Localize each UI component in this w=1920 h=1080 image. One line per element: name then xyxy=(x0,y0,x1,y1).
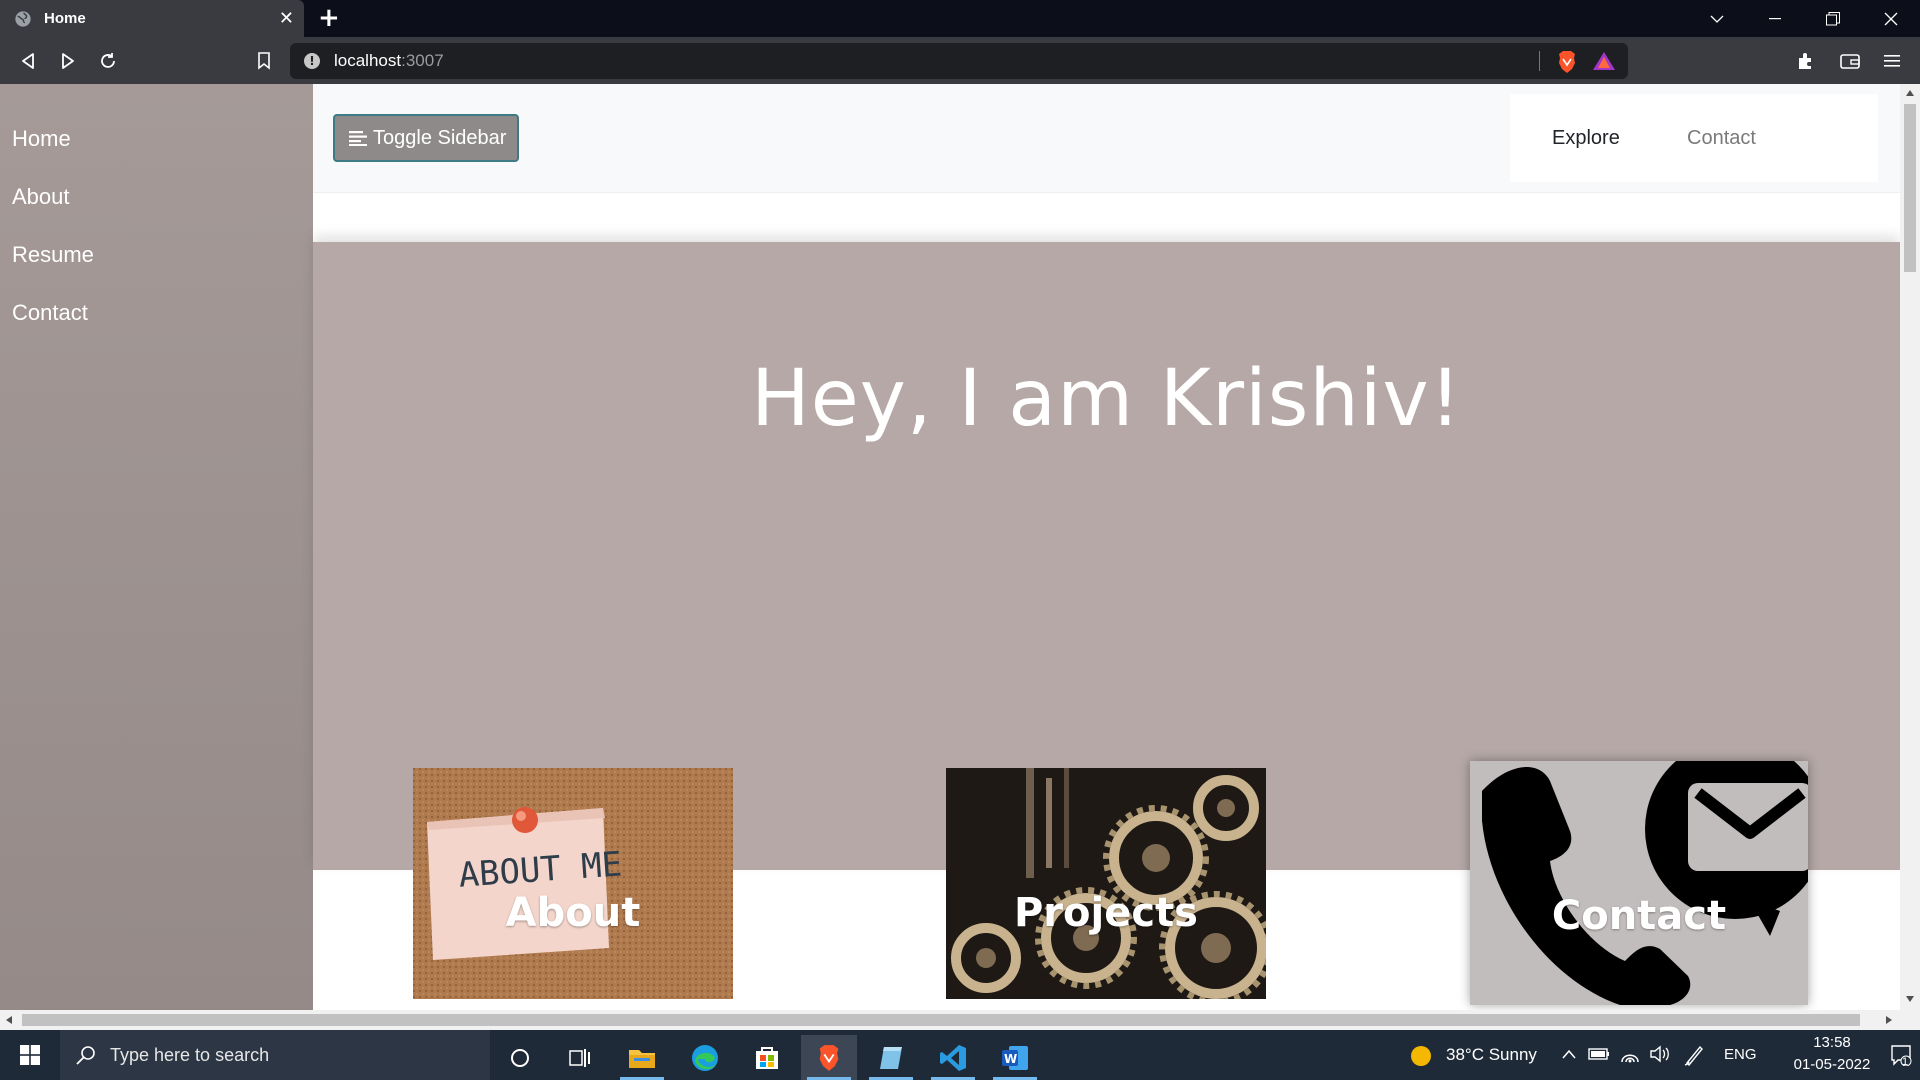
notification-icon[interactable] xyxy=(1890,1044,1912,1066)
align-left-icon xyxy=(349,131,367,146)
gears-image xyxy=(946,768,1266,999)
windows-logo-icon xyxy=(20,1045,40,1065)
wallet-icon[interactable] xyxy=(1838,49,1862,73)
toggle-sidebar-button[interactable]: Toggle Sidebar xyxy=(333,114,519,162)
close-window-icon[interactable] xyxy=(1862,0,1920,37)
sidebar: Home About Resume Contact xyxy=(0,84,313,1010)
pen-icon[interactable] xyxy=(1684,1044,1704,1066)
reload-icon[interactable] xyxy=(94,47,122,75)
scroll-right-icon[interactable] xyxy=(1886,1016,1892,1024)
microsoft-store-icon[interactable] xyxy=(739,1035,795,1080)
battery-icon[interactable] xyxy=(1588,1047,1610,1061)
browser-toolbar: ! localhost:3007 xyxy=(0,37,1920,84)
browser-tab[interactable]: Home ✕ xyxy=(0,0,304,37)
bookmark-icon[interactable] xyxy=(250,47,278,75)
restore-icon[interactable] xyxy=(1804,0,1862,37)
tab-title: Home xyxy=(44,10,86,27)
hero-heading: Hey, I am Krishiv! xyxy=(751,354,1462,444)
phone-and-mail-image xyxy=(1470,761,1808,1005)
tab-search-icon[interactable] xyxy=(1688,0,1746,37)
volume-icon[interactable] xyxy=(1650,1045,1670,1063)
new-tab-button[interactable]: + xyxy=(318,3,340,33)
tab-close-icon[interactable]: ✕ xyxy=(279,8,294,29)
address-separator xyxy=(1539,51,1540,71)
about-card[interactable]: ABOUT ME About xyxy=(413,768,733,999)
clock-time[interactable]: 13:58 xyxy=(1792,1034,1872,1051)
horizontal-scroll-thumb[interactable] xyxy=(22,1014,1860,1026)
task-view-icon[interactable] xyxy=(552,1035,608,1080)
sidebar-item-home[interactable]: Home xyxy=(12,126,71,152)
search-icon xyxy=(76,1046,95,1065)
language-indicator[interactable]: ENG xyxy=(1724,1046,1757,1063)
window-controls xyxy=(1688,0,1920,37)
system-tray: 38°C Sunny ENG 13:58 01-05-2022 1 xyxy=(1400,1030,1920,1080)
cortana-icon[interactable] xyxy=(492,1035,548,1080)
address-bar[interactable]: ! localhost:3007 xyxy=(290,43,1628,79)
sun-icon xyxy=(1411,1046,1431,1066)
brave-rewards-icon[interactable] xyxy=(1592,51,1616,71)
minimize-icon[interactable] xyxy=(1746,0,1804,37)
toggle-sidebar-label: Toggle Sidebar xyxy=(373,126,507,149)
url-port: :3007 xyxy=(401,51,444,70)
site-info-icon[interactable]: ! xyxy=(304,53,320,69)
menu-icon[interactable] xyxy=(1880,49,1904,73)
svg-text:W: W xyxy=(1004,1052,1017,1066)
sidebar-item-resume[interactable]: Resume xyxy=(12,242,94,268)
weather-text[interactable]: 38°C Sunny xyxy=(1446,1045,1537,1065)
file-explorer-icon[interactable] xyxy=(614,1035,670,1080)
vs-code-icon[interactable] xyxy=(925,1035,981,1080)
edge-icon[interactable] xyxy=(677,1035,733,1080)
start-button[interactable] xyxy=(0,1030,60,1080)
projects-card-label: Projects xyxy=(1013,890,1198,936)
contact-card[interactable]: Contact xyxy=(1470,761,1808,1005)
sidebar-item-about[interactable]: About xyxy=(12,184,70,210)
globe-icon xyxy=(15,10,31,27)
url-text[interactable]: localhost:3007 xyxy=(334,51,444,71)
top-navbar: Toggle Sidebar Explore Contact xyxy=(313,84,1900,193)
clock-date[interactable]: 01-05-2022 xyxy=(1772,1056,1892,1073)
url-host: localhost xyxy=(334,51,402,70)
brave-browser-icon[interactable] xyxy=(801,1035,857,1080)
contact-card-label: Contact xyxy=(1551,893,1727,939)
taskbar: Type here to search W 38°C Sunny ENG 13:… xyxy=(0,1030,1920,1080)
about-card-label: About xyxy=(505,890,641,936)
search-placeholder: Type here to search xyxy=(110,1044,270,1065)
browser-tab-bar: Home ✕ + xyxy=(0,0,1920,37)
extensions-icon[interactable] xyxy=(1794,49,1818,73)
vertical-scrollbar[interactable] xyxy=(1900,84,1920,1010)
forward-icon[interactable] xyxy=(54,47,82,75)
main-content: Toggle Sidebar Explore Contact Hey, I am… xyxy=(313,84,1900,1010)
scroll-left-icon[interactable] xyxy=(6,1016,12,1024)
nav-link-explore[interactable]: Explore xyxy=(1552,127,1620,150)
vertical-scroll-thumb[interactable] xyxy=(1904,104,1916,272)
chevron-up-icon[interactable] xyxy=(1562,1049,1576,1059)
about-me-note-image: ABOUT ME xyxy=(413,768,733,999)
scroll-up-icon[interactable] xyxy=(1906,90,1914,96)
sidebar-item-contact[interactable]: Contact xyxy=(12,300,88,326)
taskbar-search-box[interactable]: Type here to search xyxy=(60,1030,490,1080)
brave-shields-icon[interactable] xyxy=(1556,50,1578,74)
notification-count: 1 xyxy=(1902,1056,1909,1068)
web-page: Home About Resume Contact Toggle Sidebar… xyxy=(0,84,1920,1030)
nav-link-contact[interactable]: Contact xyxy=(1687,127,1756,150)
wifi-icon[interactable] xyxy=(1620,1045,1640,1063)
nav-links: Explore Contact xyxy=(1510,94,1878,182)
word-icon[interactable]: W xyxy=(987,1035,1043,1080)
horizontal-scrollbar[interactable] xyxy=(0,1010,1920,1030)
notepad-icon[interactable] xyxy=(863,1035,919,1080)
back-icon[interactable] xyxy=(14,47,42,75)
scroll-down-icon[interactable] xyxy=(1906,996,1914,1002)
projects-card[interactable]: Projects xyxy=(946,768,1266,999)
